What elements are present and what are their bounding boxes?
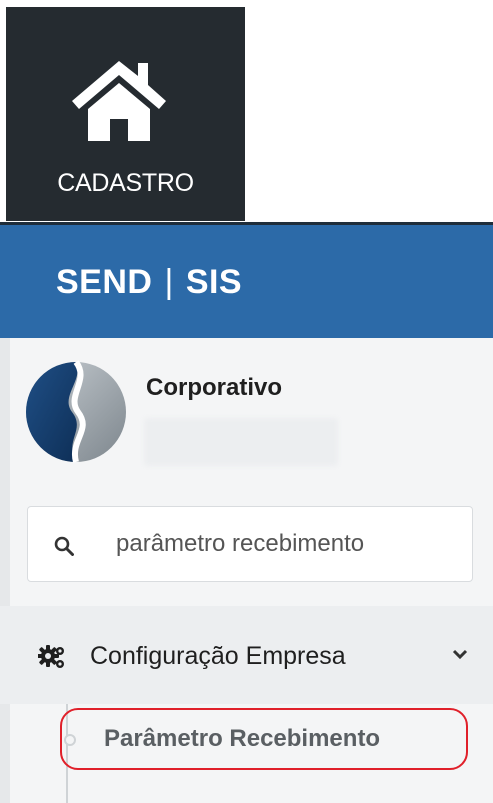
search-icon	[54, 536, 74, 556]
sidebar: Corporativo Configuração Empresa	[0, 338, 493, 803]
submenu-item-label: Parâmetro Recebimento	[104, 725, 381, 752]
company-subtitle-redacted	[144, 418, 338, 466]
cadastro-label: CADASTRO	[57, 169, 194, 197]
chevron-down-icon[interactable]	[452, 648, 468, 660]
menu-group-label: Configuração Empresa	[90, 642, 346, 670]
home-icon	[72, 61, 166, 141]
search-input[interactable]	[116, 527, 456, 561]
company-name: Corporativo	[146, 374, 283, 401]
submenu-item-parametro-recebimento[interactable]: Parâmetro Recebimento	[60, 708, 468, 770]
menu-group-configuracao-empresa[interactable]: Configuração Empresa	[0, 606, 493, 704]
company-profile: Corporativo	[24, 360, 484, 470]
search-box[interactable]	[27, 506, 473, 582]
brand-left: SEND	[56, 263, 153, 301]
submenu: Parâmetro Recebimento	[0, 704, 493, 803]
gears-icon	[38, 645, 64, 668]
brand-header: SEND | SIS	[0, 222, 493, 338]
tree-node-dot	[64, 734, 76, 746]
company-logo	[26, 360, 126, 463]
brand-right: SIS	[185, 263, 243, 301]
cadastro-tile[interactable]: CADASTRO	[6, 7, 245, 221]
brand-title[interactable]: SEND | SIS	[56, 263, 242, 302]
brand-separator: |	[164, 263, 174, 301]
